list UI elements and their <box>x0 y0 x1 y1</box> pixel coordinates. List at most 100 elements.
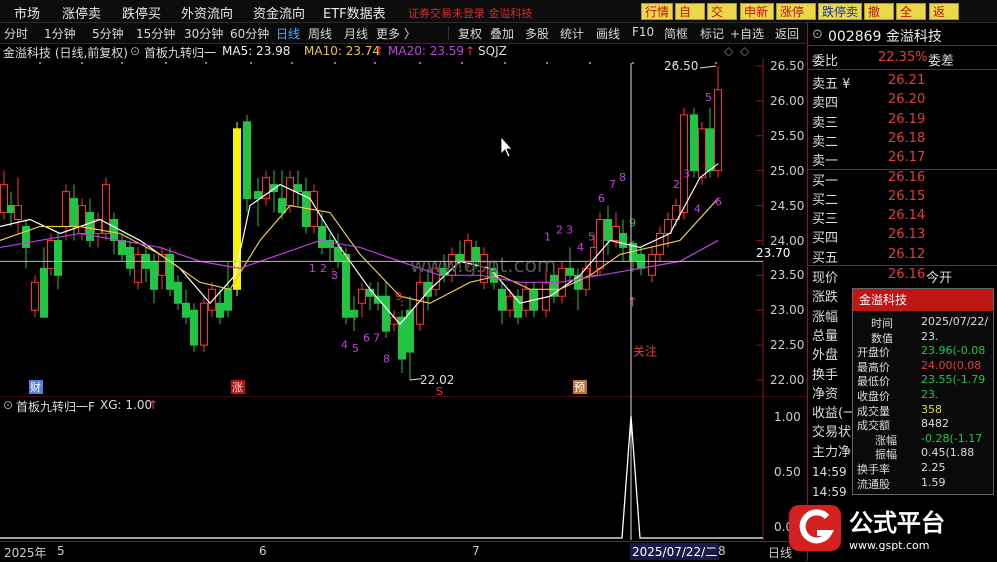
toolbar-btn-2[interactable]: 交易 <box>707 3 737 36</box>
period-30min[interactable]: 30分钟 <box>184 25 223 42</box>
candle-body <box>134 253 142 283</box>
toolbar-btn-6[interactable]: 撤单 <box>864 3 894 36</box>
current-price-tag: 23.70 <box>756 246 791 260</box>
tool-multi-stock[interactable]: 多股 <box>525 25 549 42</box>
weibi-label: 委比 <box>812 54 839 69</box>
logo-text: 公式平台 <box>849 509 945 537</box>
candle-body <box>54 239 62 276</box>
ask-1-label: 卖四 <box>812 96 839 112</box>
toolbar-btn-5[interactable]: 跌停卖 <box>818 3 862 20</box>
candle-body <box>648 253 656 276</box>
nine-turn-count: 7 <box>373 332 380 345</box>
period-60min[interactable]: 60分钟 <box>230 25 269 42</box>
sqjz-label: SQJZ <box>478 44 507 58</box>
main-candlestick-chart[interactable]: 1 234 56 78912 34567892345626.5022.02↑关注财涨预S… <box>0 58 806 398</box>
period-15min[interactable]: 15分钟 <box>136 25 175 42</box>
scroll-icon[interactable]: ◇ <box>740 44 749 58</box>
tooltip-row-5-value: 23. <box>921 388 939 401</box>
toolbar-btn-4[interactable]: 涨停买 <box>776 3 816 36</box>
diamond-icon[interactable]: ◇ <box>724 44 733 58</box>
tool-stats[interactable]: 统计 <box>560 25 584 42</box>
candle-body <box>406 309 414 353</box>
nine-turn-count: 9 <box>395 290 402 303</box>
nine-turn-count: 1 <box>544 230 551 243</box>
candle-body <box>318 225 326 248</box>
tooltip-row-5-label: 收盘价 <box>857 390 890 403</box>
candle-body <box>208 288 216 311</box>
menu-foreign-flow[interactable]: 外资流向 <box>181 3 233 22</box>
ma10-up-arrow-icon: ↑ <box>374 44 385 58</box>
info-row-8: 交易状 <box>812 425 852 441</box>
tooltip-row-2-value: 23.96(-0.08 <box>921 344 986 358</box>
toolbar-btn-8[interactable]: 返回 <box>929 3 959 36</box>
candle-body <box>86 212 94 241</box>
candle-body <box>294 184 302 193</box>
candle-body <box>522 288 530 311</box>
tool-fuquan[interactable]: 复权 <box>458 25 482 42</box>
tool-back[interactable]: 返回 <box>775 25 799 42</box>
candle-body <box>78 205 86 234</box>
zhang-badge: 涨 <box>232 381 243 394</box>
menu-fund-flow[interactable]: 资金流向 <box>253 3 305 22</box>
period-5min[interactable]: 5分钟 <box>92 25 124 42</box>
tool-mark[interactable]: 标记 <box>700 25 724 42</box>
candle-body <box>150 260 158 290</box>
period-weekly[interactable]: 周线 <box>308 25 332 42</box>
code-settings-icon[interactable]: ⊙ <box>812 27 823 42</box>
candle-body <box>706 128 714 172</box>
toolbar-btn-7[interactable]: 全撤 <box>896 3 926 36</box>
candle-body <box>714 89 722 172</box>
period-monthly[interactable]: 月线 <box>344 25 368 42</box>
menu-etf-table[interactable]: ETF数据表 <box>323 3 386 22</box>
candle-body <box>566 267 574 276</box>
ask-1-price: 26.20 <box>888 92 926 108</box>
tooltip-row-6-value: 358 <box>921 402 942 416</box>
indicator-settings-icon[interactable]: ⊙ <box>130 44 140 58</box>
signal-dot <box>205 62 207 64</box>
candle-body <box>126 246 134 269</box>
period-daily[interactable]: 日线 <box>276 25 300 42</box>
period-more[interactable]: 更多 〉 <box>376 25 416 42</box>
high-label: 26.50 <box>664 59 698 73</box>
menu-limit-up-sell[interactable]: 涨停卖 <box>62 3 101 22</box>
tool-add-watchlist[interactable]: +自选 <box>730 25 764 42</box>
date-may: 5 <box>57 544 65 558</box>
period-1min[interactable]: 1分钟 <box>44 25 76 42</box>
signal-dot <box>715 62 717 64</box>
tooltip-row-10-value: 2.25 <box>921 461 946 474</box>
cai-badge: 财 <box>30 380 41 394</box>
candle-body <box>0 184 8 214</box>
tool-overlay[interactable]: 叠加 <box>490 25 514 42</box>
price-tick-4: 24.50 <box>770 198 805 213</box>
tooltip-row-1-value: 23. <box>921 329 939 343</box>
period-fenshi[interactable]: 分时 <box>4 25 28 42</box>
tool-f10[interactable]: F10 <box>632 25 654 39</box>
nine-turn-count: 6 <box>363 332 370 345</box>
tooltip-title: 金溢科技 <box>853 289 993 311</box>
ask-4-price: 26.17 <box>888 150 926 166</box>
bid-3-price: 26.13 <box>888 227 926 243</box>
tooltip-row-3-value: 24.00(0.08 <box>921 358 982 372</box>
data-tooltip-window[interactable]: 金溢科技 时间 2025/07/22/数值 23. 开盘价 23.96(-0.08 最高价… <box>852 288 994 495</box>
toolbar-btn-1[interactable]: 自选 <box>675 3 705 36</box>
tool-simple-frame[interactable]: 简框 <box>664 25 688 42</box>
bid-4-label: 买五 <box>812 250 839 266</box>
candle-body <box>358 288 366 304</box>
toolbar-btn-0[interactable]: 行情 <box>641 3 673 20</box>
toolbar-btn-3[interactable]: 申新 <box>740 3 774 20</box>
menu-limit-down-buy[interactable]: 跌停买 <box>122 3 161 22</box>
menu-market[interactable]: 市场 <box>14 3 40 22</box>
tool-draw-line[interactable]: 画线 <box>596 25 620 42</box>
signal-dot <box>250 62 252 64</box>
nine-turn-count: 6 <box>715 196 722 209</box>
nine-turn-count: 2 <box>320 262 327 275</box>
high-pointer <box>699 65 717 69</box>
tooltip-row-1-label: 数值 <box>871 331 893 345</box>
signal-dot <box>589 62 591 64</box>
period-toolbar: 分时 1分钟 5分钟 15分钟 30分钟 60分钟 日线 周线 月线 更多 〉 … <box>0 23 806 44</box>
weibi-value: 22.35% <box>878 50 928 65</box>
sub-indicator-chart[interactable] <box>0 396 806 540</box>
cursor-date: 2025/07/22/二 <box>630 543 720 560</box>
price-tick-1: 26.00 <box>770 93 805 108</box>
nine-turn-count: 3 <box>683 168 690 181</box>
